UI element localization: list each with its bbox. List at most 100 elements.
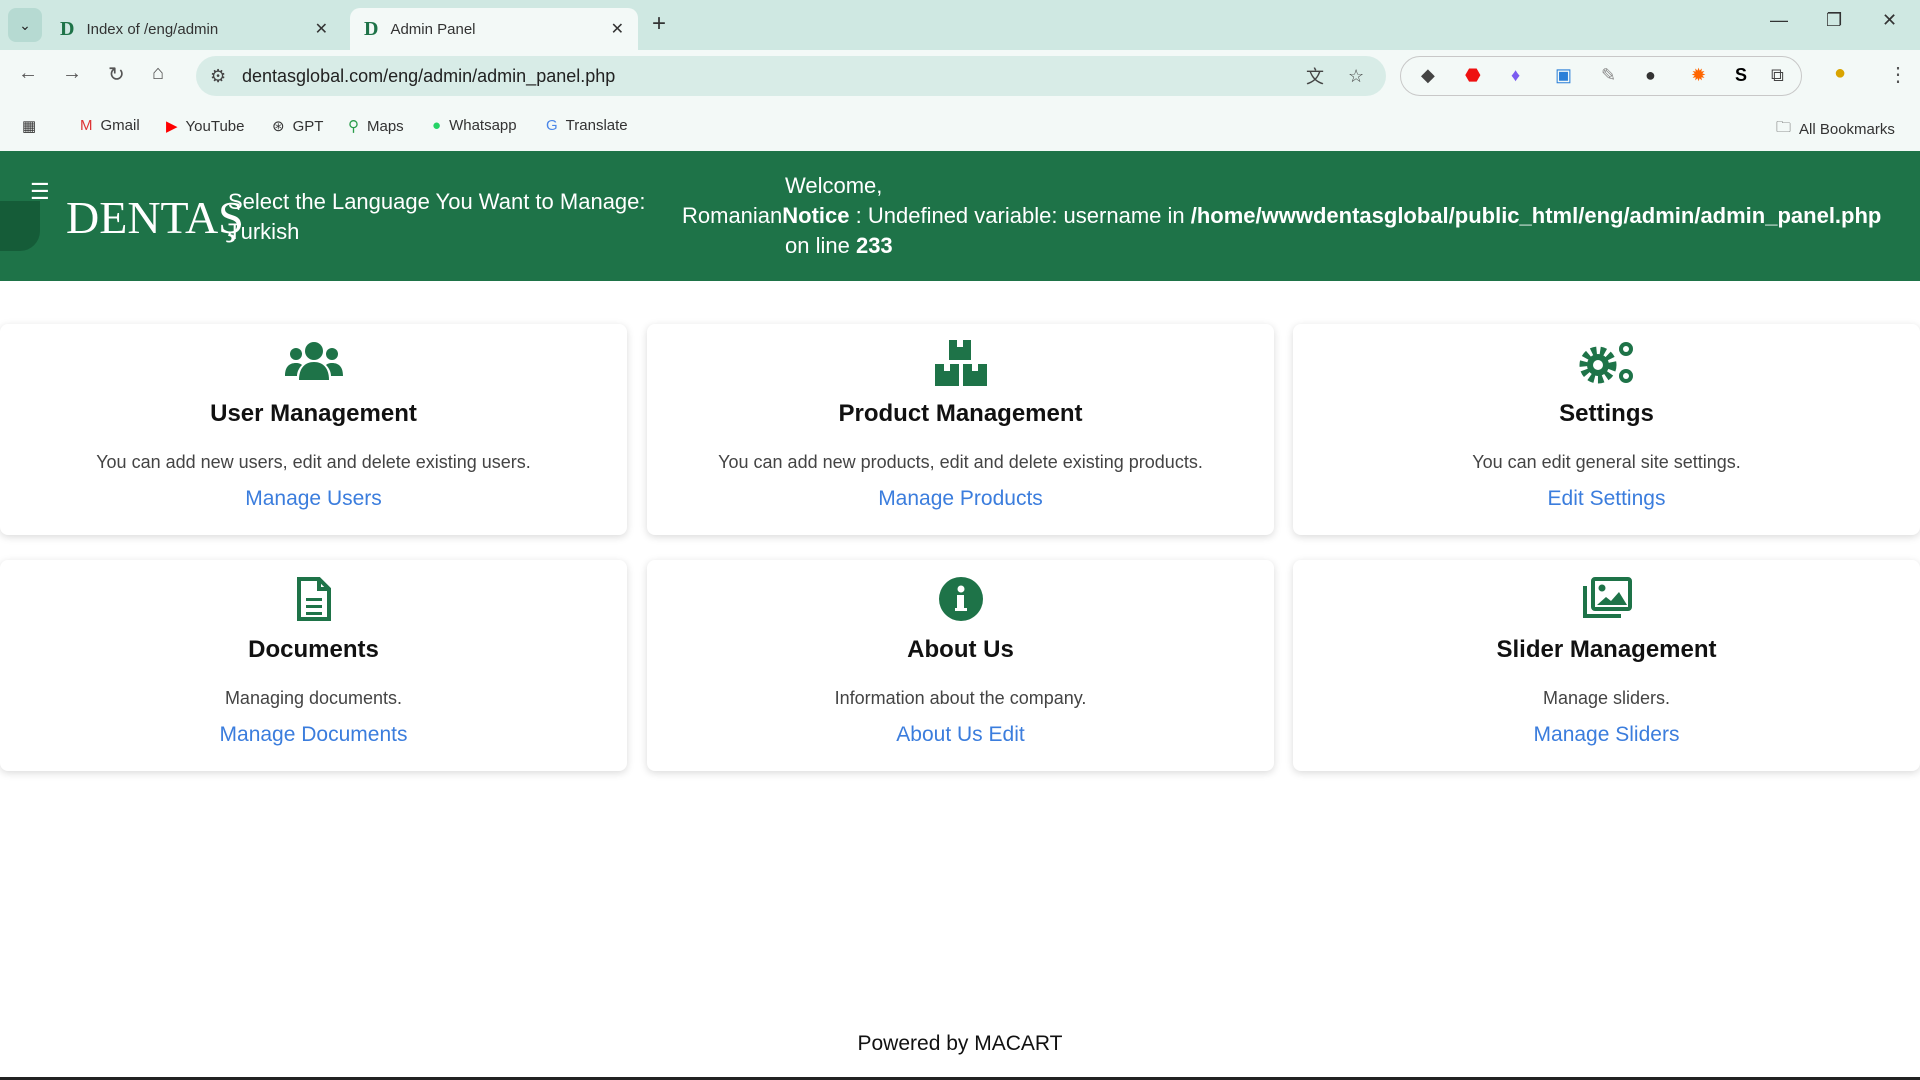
home-icon[interactable]: ⌂ bbox=[152, 62, 164, 85]
line-number: 233 bbox=[855, 233, 893, 258]
card-description: You can edit general site settings. bbox=[1472, 452, 1741, 472]
notice-label: Notice bbox=[782, 203, 850, 228]
youtube-icon: ▶ bbox=[166, 118, 178, 135]
bookmark-youtube[interactable]: ▶ YouTube bbox=[166, 117, 245, 136]
gpt-icon: ⊛ bbox=[272, 118, 285, 135]
url-input[interactable]: dentasglobal.com/eng/admin/admin_panel.p… bbox=[242, 66, 615, 87]
gmail-icon: M bbox=[80, 117, 93, 134]
close-tab-icon[interactable]: ✕ bbox=[315, 19, 328, 39]
footer-credit: Powered by MACART bbox=[857, 1032, 1063, 1055]
logo[interactable]: DENTAŞ bbox=[66, 191, 244, 244]
card-link[interactable]: Manage Products bbox=[878, 487, 1043, 511]
bookmark-whatsapp[interactable]: ● Whatsapp bbox=[432, 117, 517, 134]
card-title: About Us bbox=[907, 636, 1014, 663]
all-bookmarks[interactable]: 🗀 All Bookmarks bbox=[1776, 117, 1895, 142]
card-link[interactable]: Manage Users bbox=[245, 487, 382, 511]
bookmarks-bar: ▦ M Gmail ▶ YouTube ⊛ GPT ⚲ Maps ● Whatsapp G… bbox=[0, 102, 1920, 151]
card-title: Slider Management bbox=[1496, 636, 1717, 663]
card-settings: Settings You can edit general site setti… bbox=[1293, 324, 1920, 535]
apps-icon[interactable]: ▦ bbox=[22, 117, 36, 135]
card-link[interactable]: Manage Sliders bbox=[1534, 723, 1680, 747]
site-info-icon[interactable]: ⚙ bbox=[210, 66, 226, 87]
restore-button[interactable]: ❐ bbox=[1826, 10, 1842, 31]
adblock-icon[interactable]: ⬣ bbox=[1465, 65, 1481, 86]
bookmark-translate[interactable]: G Translate bbox=[546, 117, 628, 134]
card-user-management: User Management You can add new users, e… bbox=[0, 324, 627, 535]
card-title: Documents bbox=[248, 636, 379, 663]
bookmark-gmail[interactable]: M Gmail bbox=[80, 117, 140, 134]
translate-icon[interactable]: 文 bbox=[1306, 63, 1324, 89]
card-description: You can add new users, edit and delete e… bbox=[96, 452, 531, 472]
extension-icon[interactable]: ✹ bbox=[1691, 65, 1706, 86]
notice-text: : Undefined variable: username in bbox=[849, 203, 1191, 228]
address-bar[interactable]: ⚙ dentasglobal.com/eng/admin/admin_panel… bbox=[196, 56, 1386, 96]
bookmark-label: YouTube bbox=[185, 117, 245, 135]
bookmark-label: Gmail bbox=[100, 117, 140, 134]
bookmark-label: GPT bbox=[292, 117, 324, 135]
extension-icon[interactable]: ✎ bbox=[1601, 65, 1616, 86]
welcome-language: Romanian bbox=[682, 203, 783, 228]
language-prompt: Select the Language You Want to Manage: bbox=[228, 189, 646, 214]
tab-admin-panel[interactable]: D Admin Panel ✕ bbox=[350, 8, 638, 50]
bookmark-gpt[interactable]: ⊛ GPT bbox=[272, 117, 324, 136]
tab-title: Admin Panel bbox=[390, 20, 476, 38]
bookmark-star-icon[interactable]: ☆ bbox=[1348, 66, 1364, 87]
welcome-message: Welcome, RomanianNotice : Undefined vari… bbox=[682, 171, 1881, 261]
maps-pin-icon: ⚲ bbox=[348, 118, 359, 135]
card-title: User Management bbox=[210, 400, 417, 427]
reload-icon[interactable]: ↻ bbox=[108, 62, 125, 87]
card-link[interactable]: About Us Edit bbox=[896, 723, 1024, 747]
bookmark-label: All Bookmarks bbox=[1799, 121, 1895, 138]
boxes-icon bbox=[647, 340, 1274, 390]
welcome-text: Welcome, bbox=[785, 173, 883, 198]
card-documents: Documents Managing documents. Manage Doc… bbox=[0, 560, 627, 771]
users-icon bbox=[0, 340, 627, 390]
images-icon bbox=[1293, 576, 1920, 626]
info-icon bbox=[647, 576, 1274, 626]
back-icon[interactable]: ← bbox=[18, 62, 38, 85]
extension-icon[interactable]: ◆ bbox=[1421, 65, 1435, 86]
extension-icon[interactable]: ● bbox=[1645, 65, 1656, 86]
extensions-puzzle-icon[interactable]: ⧉ bbox=[1771, 65, 1784, 86]
extension-icon[interactable]: S bbox=[1735, 65, 1747, 86]
tab-bar: ⌄ D Index of /eng/admin ✕ D Admin Panel … bbox=[0, 0, 1920, 50]
hamburger-menu-icon[interactable]: ☰ bbox=[30, 179, 50, 205]
tab-index[interactable]: D Index of /eng/admin ✕ bbox=[46, 8, 342, 50]
forward-icon[interactable]: → bbox=[62, 62, 82, 85]
card-title: Settings bbox=[1559, 400, 1654, 427]
document-icon bbox=[0, 576, 627, 626]
card-about-us: About Us Information about the company. … bbox=[647, 560, 1274, 771]
new-tab-button[interactable]: + bbox=[652, 10, 666, 38]
bookmark-maps[interactable]: ⚲ Maps bbox=[348, 117, 404, 136]
card-product-management: Product Management You can add new produ… bbox=[647, 324, 1274, 535]
extension-icon[interactable]: ♦ bbox=[1511, 65, 1520, 86]
tab-search-button[interactable]: ⌄ bbox=[8, 8, 42, 42]
card-slider-management: Slider Management Manage sliders. Manage… bbox=[1293, 560, 1920, 771]
card-link[interactable]: Manage Documents bbox=[220, 723, 408, 747]
close-window-button[interactable]: ✕ bbox=[1882, 10, 1897, 31]
favicon-icon: D bbox=[364, 17, 379, 40]
language-selector[interactable]: Select the Language You Want to Manage: … bbox=[228, 187, 646, 247]
bookmark-label: Translate bbox=[565, 117, 628, 134]
logo-mark bbox=[0, 201, 40, 251]
extensions-area: ◆ ⬣ ♦ ▣ ✎ ● ✹ S ⧉ bbox=[1400, 56, 1802, 96]
card-description: You can add new products, edit and delet… bbox=[718, 452, 1203, 472]
address-bar-row: ← → ↻ ⌂ ⚙ dentasglobal.com/eng/admin/adm… bbox=[0, 50, 1920, 102]
notice-path: /home/wwwdentasglobal/public_html/eng/ad… bbox=[1190, 203, 1882, 228]
bookmark-label: Whatsapp bbox=[449, 117, 517, 134]
favicon-icon: D bbox=[60, 17, 75, 40]
menu-kebab-icon[interactable]: ⋮ bbox=[1888, 62, 1908, 87]
bookmark-label: Maps bbox=[367, 117, 404, 135]
line-label: on line bbox=[785, 233, 856, 258]
profile-avatar[interactable]: ● bbox=[1834, 62, 1846, 85]
card-link[interactable]: Edit Settings bbox=[1548, 487, 1666, 511]
translate-icon: G bbox=[546, 117, 558, 134]
admin-header: ☰ DENTAŞ Select the Language You Want to… bbox=[0, 151, 1920, 281]
card-description: Managing documents. bbox=[224, 688, 403, 708]
whatsapp-icon: ● bbox=[432, 117, 442, 134]
minimize-button[interactable]: — bbox=[1770, 10, 1788, 31]
extension-icon[interactable]: ▣ bbox=[1555, 65, 1572, 86]
gears-icon bbox=[1293, 340, 1920, 390]
tab-title: Index of /eng/admin bbox=[86, 20, 219, 38]
close-tab-icon[interactable]: ✕ bbox=[611, 19, 624, 39]
